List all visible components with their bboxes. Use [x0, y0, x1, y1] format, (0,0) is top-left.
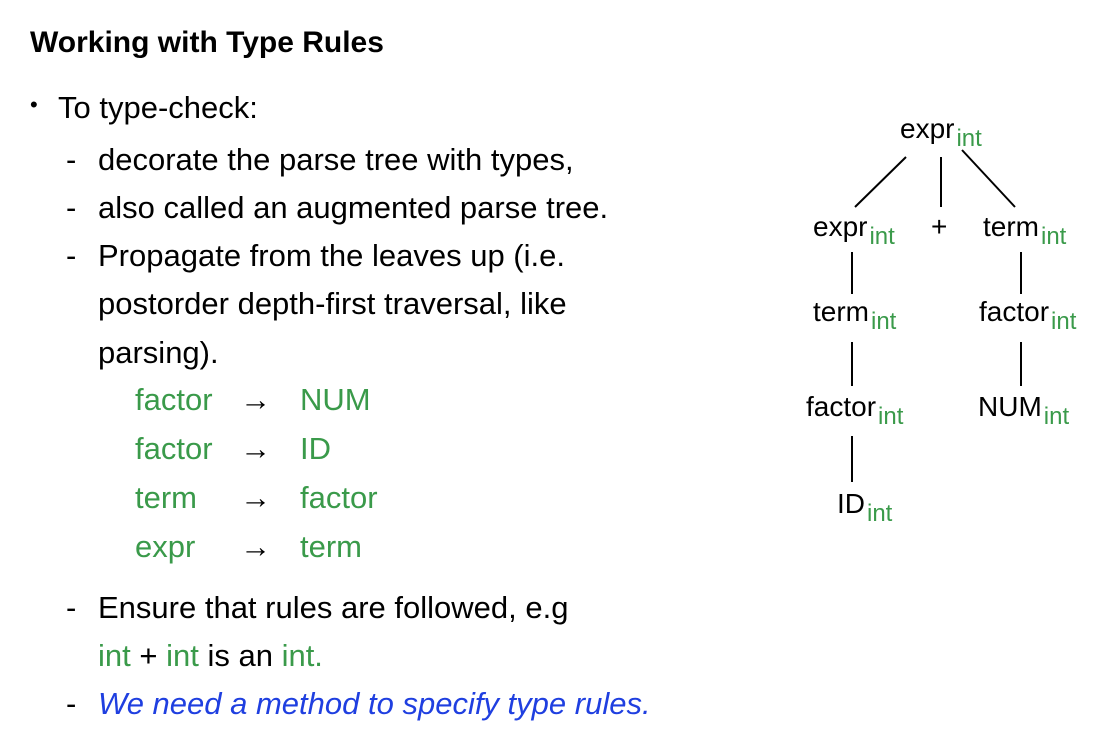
- tree-node-right-factor: factorint: [979, 296, 1077, 335]
- tree-node-num: NUMint: [978, 391, 1070, 430]
- parse-tree-edges: [851, 149, 1022, 482]
- edge-root-right: [961, 149, 1016, 208]
- tree-node-root-expr: exprint: [900, 113, 982, 152]
- edge-root-left: [854, 156, 907, 208]
- tree-node-plus: +: [931, 211, 948, 242]
- tree-node-left-expr: exprint: [813, 211, 895, 250]
- tree-node-left-factor: factorint: [806, 391, 904, 430]
- tree-node-left-term: termint: [813, 296, 897, 335]
- tree-node-right-term: termint: [983, 211, 1067, 250]
- tree-node-id: IDint: [837, 488, 893, 527]
